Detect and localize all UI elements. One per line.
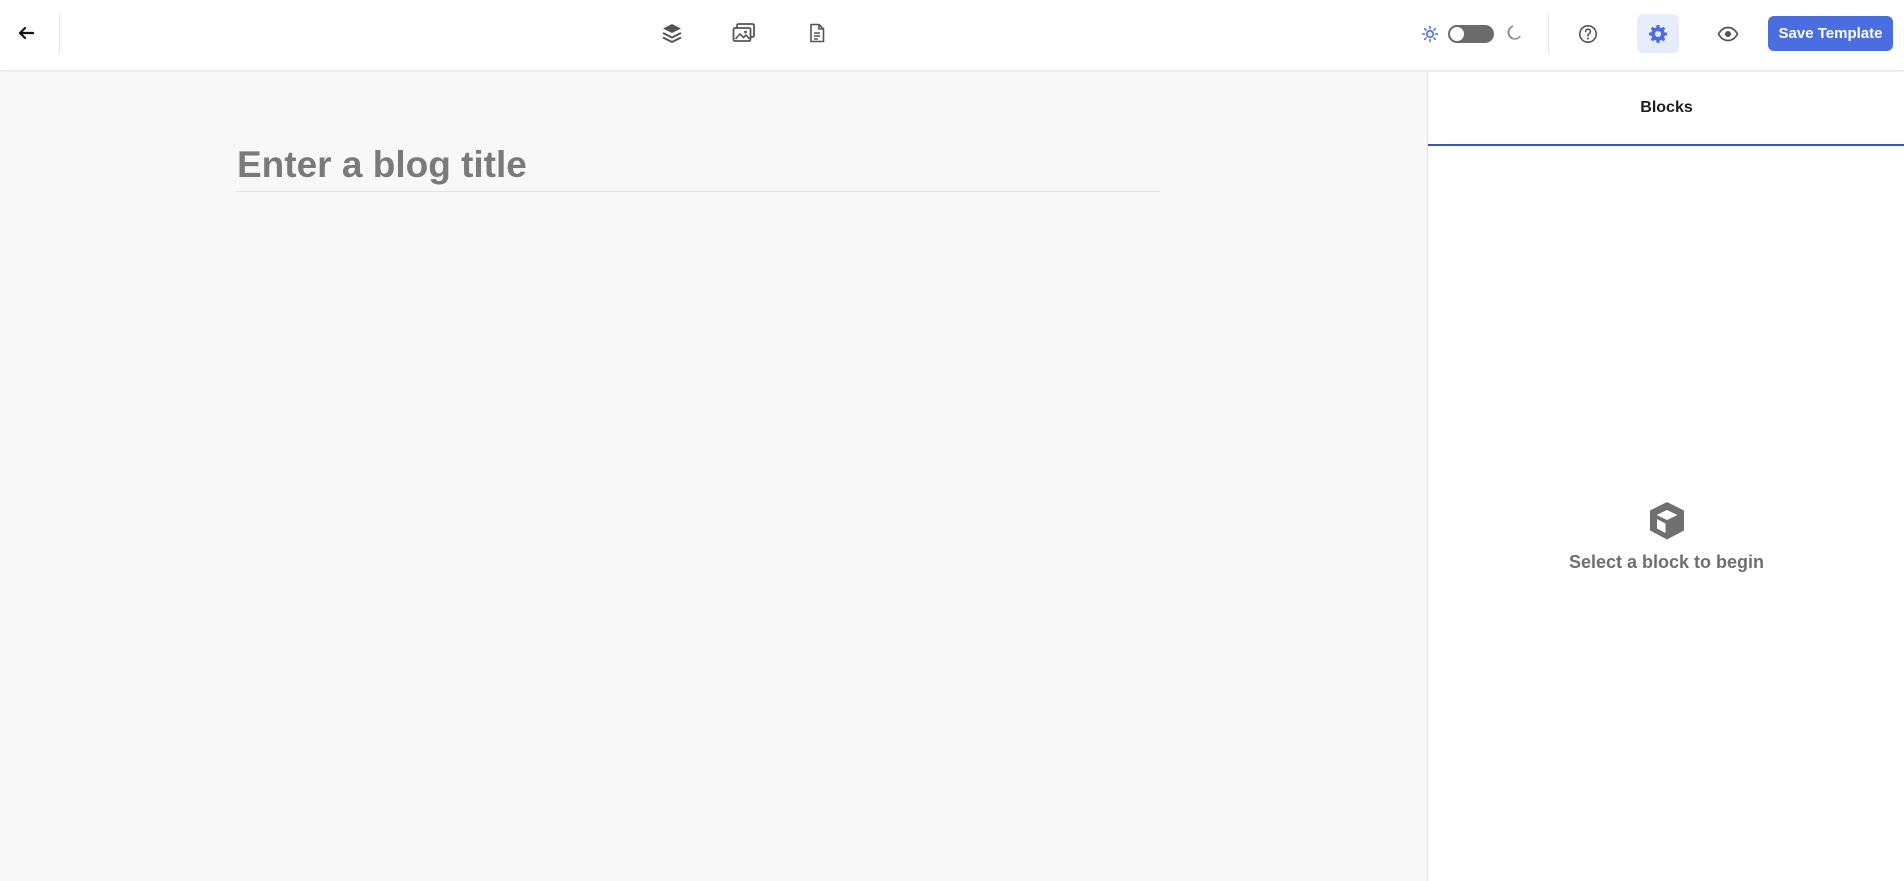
theme-switch[interactable]: [1448, 25, 1494, 43]
switch-knob: [1450, 27, 1464, 41]
save-template-button[interactable]: Save Template: [1768, 16, 1893, 51]
settings-button[interactable]: [1637, 14, 1679, 53]
gear-icon: [1649, 24, 1667, 43]
empty-state-message: Select a block to begin: [1568, 552, 1765, 572]
sun-icon: [1421, 25, 1439, 43]
blog-title-input[interactable]: [236, 138, 1160, 192]
empty-state: Select a block to begin: [1428, 500, 1904, 573]
editor-canvas: [0, 72, 1427, 881]
cube-icon: [1649, 502, 1684, 540]
eye-icon: [1717, 26, 1739, 41]
help-button[interactable]: [1567, 14, 1609, 53]
toolbar-divider: [1548, 14, 1549, 53]
blocks-sidebar: Blocks Select a block to begin: [1427, 72, 1904, 881]
right-toolbar: Save Template: [0, 0, 1904, 71]
tab-blocks[interactable]: Blocks: [1428, 72, 1904, 146]
top-toolbar: Save Template: [0, 0, 1904, 71]
preview-button[interactable]: [1707, 14, 1749, 53]
help-circle-icon: [1579, 24, 1597, 43]
moon-icon: [1507, 25, 1521, 40]
